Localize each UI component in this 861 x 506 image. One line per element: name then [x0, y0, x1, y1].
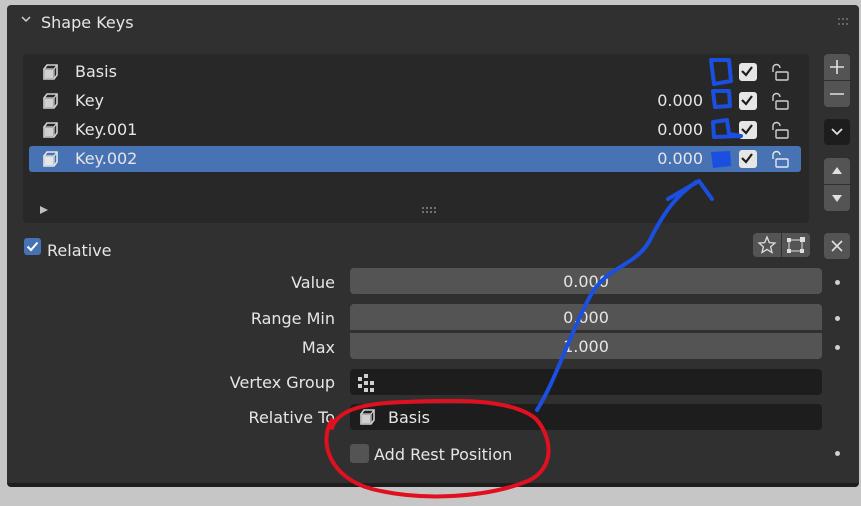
max-field[interactable]: 1.000 [350, 333, 822, 359]
mute-checkbox[interactable] [739, 121, 757, 139]
edit-mode-button[interactable] [782, 233, 810, 257]
shape-key-lock-button[interactable] [753, 233, 781, 257]
chevron-down-icon [831, 128, 843, 136]
shape-key-name[interactable]: Basis [75, 62, 117, 81]
panel-title: Shape Keys [41, 13, 134, 32]
value-label: Value [291, 273, 335, 292]
triangle-up-icon [832, 167, 842, 174]
clear-button[interactable] [824, 233, 850, 259]
shape-key-row[interactable]: Key.001 0.000 [29, 117, 801, 143]
shape-key-list[interactable]: Basis Key 0.000 Key.001 0.000 Key.002 0.… [23, 54, 809, 223]
keyframe-dot-icon[interactable] [835, 345, 840, 350]
keyframe-dot-icon[interactable] [835, 316, 840, 321]
shape-key-value[interactable]: 0.000 [657, 149, 703, 168]
chevron-down-icon[interactable] [21, 14, 31, 24]
relative-to-label: Relative To [248, 408, 335, 427]
mute-checkbox[interactable] [739, 63, 757, 81]
shape-key-row[interactable]: Basis [29, 59, 801, 85]
shape-key-name[interactable]: Key.001 [75, 120, 137, 139]
shape-key-icon [42, 122, 58, 138]
max-label: Max [301, 338, 335, 357]
vertex-group-field[interactable] [350, 369, 822, 395]
unlock-icon[interactable] [769, 62, 791, 82]
shape-key-icon [42, 151, 58, 167]
shape-key-icon [359, 409, 375, 425]
drag-grip-icon[interactable] [837, 17, 851, 27]
expand-filter-icon[interactable] [39, 205, 49, 215]
plus-icon [830, 60, 844, 74]
list-resize-grip-icon[interactable] [421, 206, 441, 214]
star-icon [757, 235, 777, 254]
shape-key-icon [42, 64, 58, 80]
move-up-button[interactable] [824, 158, 850, 184]
mute-checkbox[interactable] [739, 92, 757, 110]
value-field[interactable]: 0.000 [350, 268, 822, 294]
move-down-button[interactable] [824, 185, 850, 211]
add-rest-position-label[interactable]: Add Rest Position [374, 445, 512, 464]
relative-checkbox[interactable] [24, 238, 41, 255]
keyframe-dot-icon[interactable] [835, 451, 840, 456]
range-min-field-text: 0.000 [563, 308, 609, 327]
minus-icon [830, 93, 844, 95]
panel-header[interactable]: Shape Keys [7, 5, 859, 39]
shape-key-value[interactable]: 0.000 [657, 120, 703, 139]
specials-menu-button[interactable] [824, 119, 850, 145]
unlock-icon[interactable] [769, 149, 791, 169]
vertex-group-icon [358, 374, 374, 392]
add-shape-key-button[interactable] [824, 54, 850, 80]
max-field-text: 1.000 [563, 337, 609, 356]
remove-shape-key-button[interactable] [824, 81, 850, 107]
mute-checkbox[interactable] [739, 150, 757, 168]
unlock-icon[interactable] [769, 91, 791, 111]
close-icon [831, 240, 843, 252]
vertex-group-label: Vertex Group [229, 373, 335, 392]
triangle-down-icon [832, 195, 842, 202]
range-min-label: Range Min [250, 309, 335, 328]
shape-key-icon [42, 93, 58, 109]
relative-to-value: Basis [388, 408, 430, 427]
shape-keys-panel: Shape Keys Basis Key 0.000 Key.001 0.000… [7, 5, 859, 487]
edit-mode-icon [787, 237, 805, 253]
add-rest-position-checkbox[interactable] [350, 444, 369, 463]
shape-key-row-selected[interactable]: Key.002 0.000 [29, 146, 801, 172]
keyframe-dot-icon[interactable] [835, 280, 840, 285]
shape-key-value[interactable]: 0.000 [657, 91, 703, 110]
shape-key-name[interactable]: Key [75, 91, 104, 110]
relative-label[interactable]: Relative [47, 241, 112, 260]
relative-to-field[interactable]: Basis [350, 404, 822, 430]
unlock-icon[interactable] [769, 120, 791, 140]
shape-key-row[interactable]: Key 0.000 [29, 88, 801, 114]
shape-key-name[interactable]: Key.002 [75, 149, 137, 168]
range-min-field[interactable]: 0.000 [350, 304, 822, 330]
value-field-text: 0.000 [563, 272, 609, 291]
